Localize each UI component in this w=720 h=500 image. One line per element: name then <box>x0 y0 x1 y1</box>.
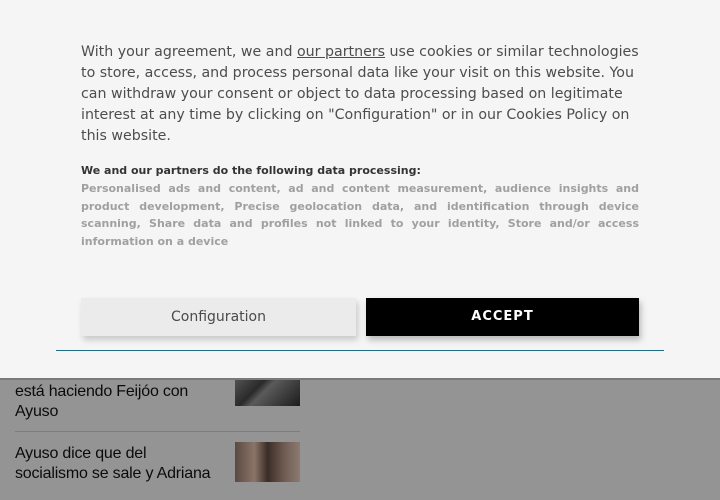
news-thumbnail[interactable] <box>235 442 300 482</box>
partners-link[interactable]: our partners <box>297 44 385 60</box>
dialog-divider <box>56 350 664 351</box>
consent-description: With your agreement, we and our partners… <box>81 42 641 147</box>
accept-button[interactable]: ACCEPT <box>366 298 639 336</box>
cookie-consent-dialog: With your agreement, we and our partners… <box>0 0 720 378</box>
list-item[interactable]: Ayuso dice que del socialismo se sale y … <box>15 440 300 500</box>
processing-title: We and our partners do the following dat… <box>81 164 421 177</box>
configuration-button[interactable]: Configuration <box>81 298 356 336</box>
headline-line: Ayuso <box>15 403 59 420</box>
processing-purposes-list: Personalised ads and content, ad and con… <box>81 182 639 248</box>
list-divider <box>15 431 300 432</box>
consent-intro-text: With your agreement, we and <box>81 44 297 60</box>
headline-line: está haciendo Feijóo con <box>15 383 189 400</box>
headline-line: socialismo se sale y Adriana <box>15 465 211 482</box>
headline-line: Ayuso dice que del <box>15 445 147 462</box>
dialog-bottom-edge <box>0 378 720 380</box>
